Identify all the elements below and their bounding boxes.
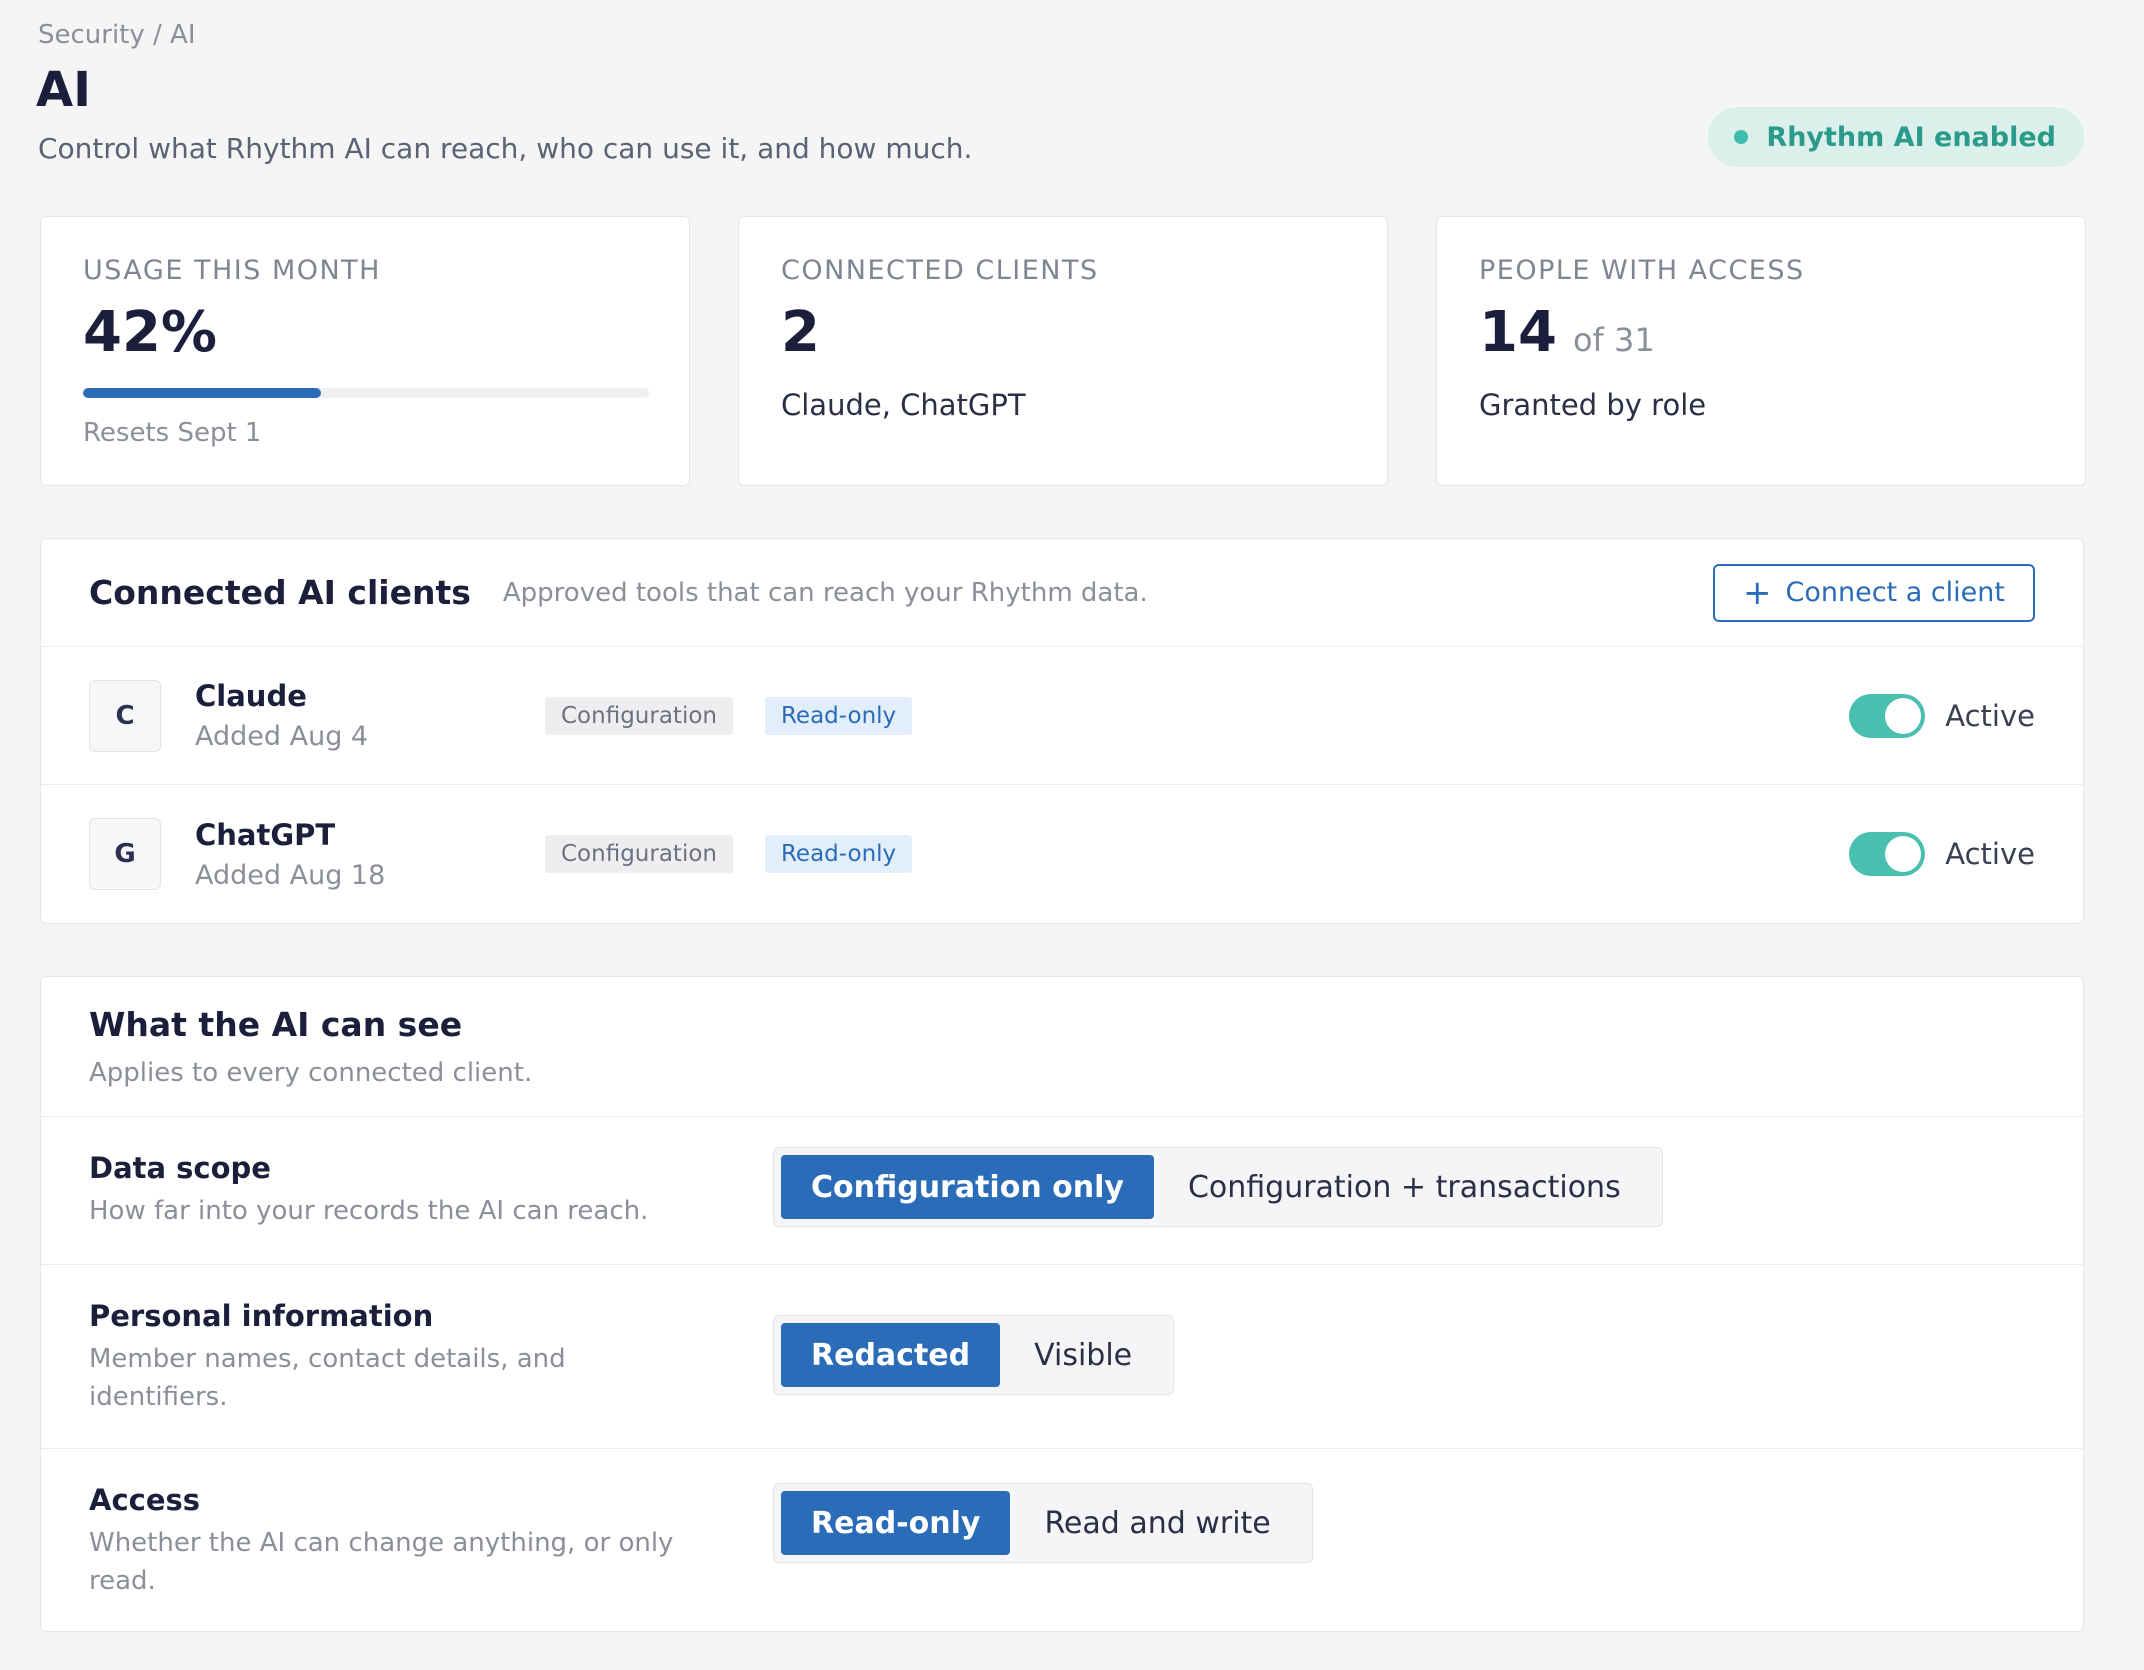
setting-text: Access Whether the AI can change anythin…	[89, 1483, 689, 1600]
status-label: Active	[1945, 837, 2035, 871]
usage-card: USAGE THIS MONTH 42% Resets Sept 1	[40, 216, 690, 486]
client-info: ChatGPT Added Aug 18	[195, 818, 545, 891]
connected-clients-section: Connected AI clients Approved tools that…	[40, 538, 2084, 924]
section-title: What the AI can see	[89, 1005, 463, 1044]
option-configuration-only[interactable]: Configuration only	[781, 1155, 1154, 1219]
scope-tag: Configuration	[545, 696, 733, 735]
client-name: Claude	[195, 679, 307, 713]
setting-personal-information: Personal information Member names, conta…	[41, 1265, 2083, 1449]
access-tag: Read-only	[764, 696, 913, 735]
usage-value-text: 42%	[83, 300, 218, 365]
breadcrumb[interactable]: Security / AI	[38, 20, 196, 50]
ai-settings-page: Security / AI AI Control what Rhythm AI …	[0, 0, 2144, 1670]
people-value: 14 of 31	[1479, 302, 2043, 364]
personal-info-selector: Redacted Visible	[773, 1315, 1175, 1395]
client-status: Active	[1849, 693, 2035, 738]
avatar: G	[89, 818, 161, 890]
usage-value: 42%	[83, 302, 647, 364]
access-selector: Read-only Read and write	[773, 1483, 1313, 1563]
setting-text: Personal information Member names, conta…	[89, 1299, 689, 1416]
usage-label: USAGE THIS MONTH	[83, 255, 381, 286]
usage-progress-bar	[83, 387, 649, 398]
toggle-knob	[1885, 836, 1922, 872]
clients-value: 2	[781, 302, 1345, 364]
setting-desc: Whether the AI can change anything, or o…	[89, 1528, 674, 1596]
setting-data-scope: Data scope How far into your records the…	[41, 1117, 2083, 1265]
setting-title: Access	[89, 1483, 201, 1517]
status-badge-label: Rhythm AI enabled	[1766, 121, 2056, 153]
setting-access: Access Whether the AI can change anythin…	[41, 1449, 2083, 1631]
page-title: AI	[36, 62, 92, 118]
data-scope-selector: Configuration only Configuration + trans…	[773, 1147, 1663, 1227]
setting-title: Personal information	[89, 1299, 434, 1333]
section-subtitle: Applies to every connected client.	[89, 1058, 533, 1088]
client-added-date: Added Aug 4	[195, 721, 369, 752]
scope-tag: Configuration	[545, 835, 733, 873]
client-info: Claude Added Aug 4	[195, 679, 545, 752]
visibility-header: What the AI can see Applies to every con…	[41, 977, 2083, 1117]
client-status: Active	[1849, 832, 2035, 876]
usage-progress-fill	[83, 387, 321, 398]
status-dot-icon	[1734, 130, 1749, 144]
people-total-text: of 31	[1572, 321, 1655, 359]
page-subtitle: Control what Rhythm AI can reach, who ca…	[38, 132, 973, 165]
client-row-claude: C Claude Added Aug 4 Configuration Read-…	[41, 647, 2083, 785]
ai-visibility-section: What the AI can see Applies to every con…	[40, 976, 2084, 1632]
setting-desc: How far into your records the AI can rea…	[89, 1196, 649, 1226]
setting-title: Data scope	[89, 1151, 271, 1185]
usage-reset-text: Resets Sept 1	[83, 417, 262, 448]
active-toggle[interactable]	[1849, 832, 1926, 876]
option-visible[interactable]: Visible	[1000, 1323, 1166, 1387]
access-tag: Read-only	[764, 835, 913, 873]
connect-client-button[interactable]: + Connect a client	[1712, 563, 2035, 622]
status-badge: Rhythm AI enabled	[1708, 107, 2084, 167]
people-label: PEOPLE WITH ACCESS	[1479, 255, 1805, 286]
avatar: C	[89, 679, 161, 752]
setting-desc: Member names, contact details, and ident…	[89, 1344, 566, 1412]
clients-value-text: 2	[781, 300, 820, 365]
option-configuration-transactions[interactable]: Configuration + transactions	[1154, 1155, 1655, 1219]
clients-list-text: Claude, ChatGPT	[781, 387, 1026, 422]
option-read-and-write[interactable]: Read and write	[1010, 1491, 1304, 1555]
people-card: PEOPLE WITH ACCESS 14 of 31 Granted by r…	[1436, 216, 2086, 486]
active-toggle[interactable]	[1849, 693, 1926, 738]
toggle-knob	[1885, 697, 1922, 734]
plus-icon: +	[1742, 572, 1772, 613]
people-value-text: 14	[1479, 300, 1557, 365]
option-redacted[interactable]: Redacted	[781, 1323, 1001, 1387]
section-hint: Approved tools that can reach your Rhyth…	[502, 577, 1148, 608]
connect-client-label: Connect a client	[1785, 577, 2005, 608]
section-title: Connected AI clients	[89, 573, 471, 612]
client-name: ChatGPT	[195, 817, 336, 852]
clients-card: CONNECTED CLIENTS 2 Claude, ChatGPT	[738, 216, 1388, 486]
option-read-only[interactable]: Read-only	[781, 1491, 1011, 1555]
clients-section-header: Connected AI clients Approved tools that…	[41, 539, 2083, 647]
clients-label: CONNECTED CLIENTS	[781, 255, 1099, 286]
client-row-chatgpt: G ChatGPT Added Aug 18 Configuration Rea…	[41, 785, 2083, 923]
setting-text: Data scope How far into your records the…	[89, 1151, 689, 1231]
people-granted-text: Granted by role	[1479, 387, 1707, 422]
status-label: Active	[1945, 698, 2035, 733]
client-added-date: Added Aug 18	[195, 859, 386, 891]
